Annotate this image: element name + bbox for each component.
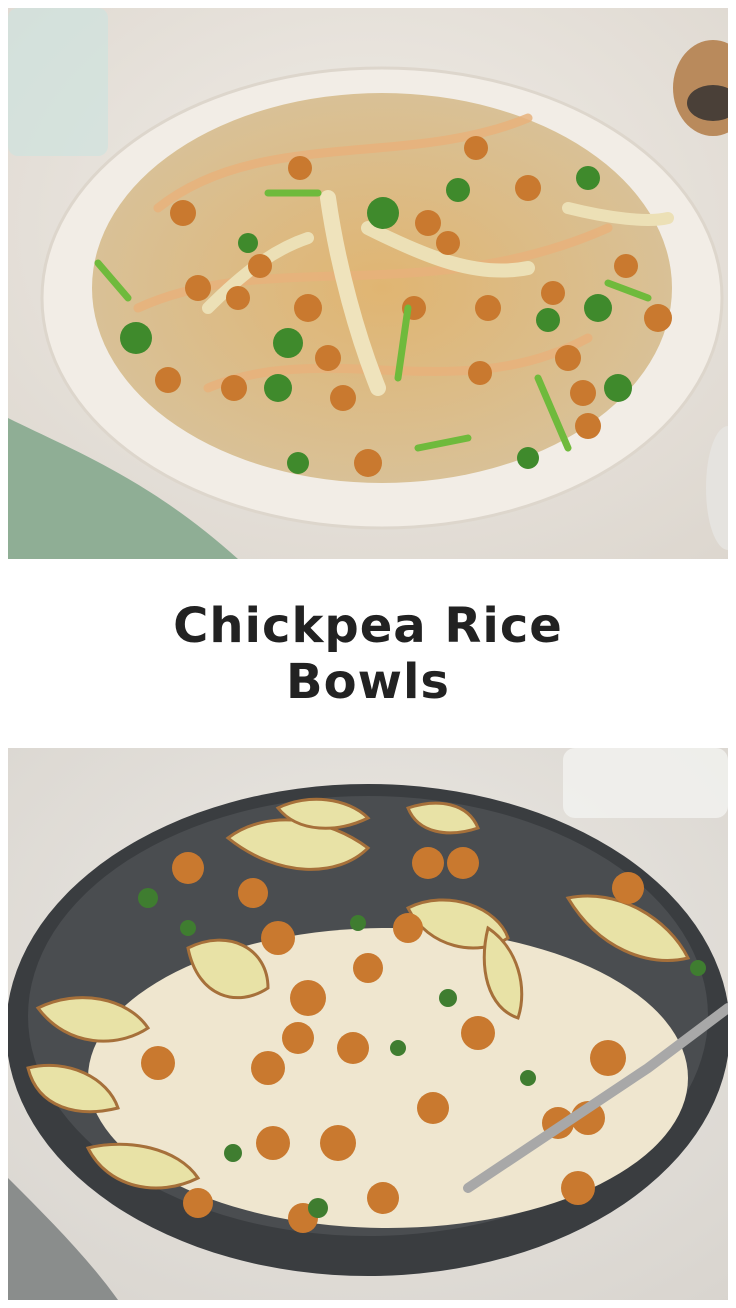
glass xyxy=(8,8,108,156)
top-food-photo xyxy=(8,8,728,559)
recipe-title: Chickpea Rice Bowls xyxy=(173,597,563,710)
bottom-food-photo xyxy=(8,748,728,1300)
rice-bowl-photo-icon xyxy=(8,8,728,559)
dark-bowl-photo-icon xyxy=(8,748,728,1300)
title-section: Chickpea Rice Bowls xyxy=(0,559,736,748)
